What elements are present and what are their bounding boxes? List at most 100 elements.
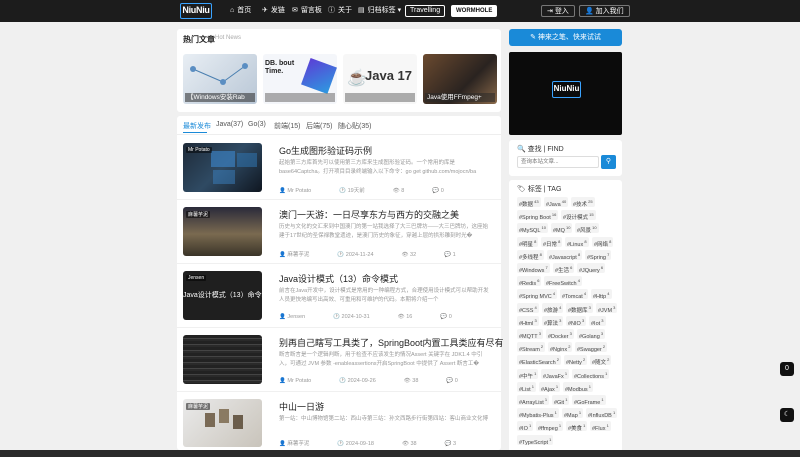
tag-chip[interactable]: #JVM 3	[596, 302, 618, 313]
sidebar-banner[interactable]: NiuNiu	[509, 52, 622, 135]
tag-chip[interactable]: #算法 3	[542, 315, 564, 327]
back-to-top-button[interactable]: 0	[780, 362, 794, 376]
article-item[interactable]: 别再自己瞎写工具类了，SpringBoot内置工具类应有尽有 断言断言是一个逻辑…	[177, 335, 504, 399]
tag-chip[interactable]: #CSS 4	[517, 302, 539, 313]
tag-chip[interactable]: #NIO 3	[566, 315, 587, 327]
article-thumbnail[interactable]: 麻薯芋泥	[183, 399, 262, 447]
moon-icon: ☾	[783, 411, 791, 418]
tag-chip[interactable]: #美食 1	[566, 421, 588, 432]
site-logo[interactable]: NiuNiu	[180, 3, 212, 19]
tag-chip[interactable]: #MySQL 10	[517, 223, 548, 234]
tag-chip[interactable]: #Swagger 2	[575, 342, 608, 353]
theme-toggle-button[interactable]: ☾	[780, 408, 794, 422]
tag-chip[interactable]: #Javascript 8	[547, 249, 583, 261]
tab-backend[interactable]: 后端(75)	[306, 121, 332, 131]
tag-chip[interactable]: #Netty 2	[564, 355, 588, 366]
tag-chip[interactable]: #Golang 3	[577, 329, 606, 340]
tag-chip[interactable]: #随文 2	[590, 355, 612, 366]
article-title[interactable]: Go生成图形验证码示例	[279, 144, 372, 157]
tag-chip[interactable]: #Flux 1	[590, 421, 611, 432]
tab-frontend[interactable]: 前端(15)	[274, 121, 300, 131]
nav-item-post-link[interactable]: ✈ 发链	[262, 0, 285, 22]
tag-chip[interactable]: #明星 8	[517, 236, 539, 247]
tab-go[interactable]: Go(3)	[248, 121, 266, 128]
tag-chip[interactable]: #Ajax 1	[539, 381, 561, 393]
views-count: 👁 8	[392, 188, 405, 194]
tag-chip[interactable]: #技术 25	[571, 197, 595, 208]
tag-chip[interactable]: #IO 1	[517, 421, 534, 432]
article-title[interactable]: 别再自己瞎写工具类了，SpringBoot内置工具类应有尽有	[279, 336, 504, 349]
search-input[interactable]	[517, 156, 599, 168]
tag-chip[interactable]: #Spring MVC 4	[517, 289, 558, 300]
tag-chip[interactable]: #风景 10	[575, 223, 599, 234]
nav-item-home[interactable]: ⌂ 首页	[230, 0, 251, 22]
tag-chip[interactable]: #Java 40	[544, 197, 569, 208]
tag-chip[interactable]: #Spring 7	[585, 249, 612, 261]
tag-chip[interactable]: #网络 8	[592, 236, 614, 247]
tab-java[interactable]: Java(37)	[216, 121, 243, 128]
tag-chip[interactable]: #ElasticSearch 2	[517, 355, 562, 366]
tag-chip[interactable]: #GoFrame 1	[572, 395, 606, 406]
article-title[interactable]: Java设计模式（13）命令模式	[279, 272, 398, 285]
tag-chip[interactable]: #生活 6	[553, 263, 575, 274]
article-item[interactable]: 麻薯芋泥 澳门一天游：一日尽享东方与西方的交融之美 历史与文化的交汇来到中国澳门…	[177, 207, 501, 271]
article-item[interactable]: 麻薯芋泥 中山一日游 第一站：中山博物馆第二站：西山寺第三站：孙文西路步行街第四…	[177, 399, 501, 447]
tag-chip[interactable]: #Http 4	[591, 289, 612, 300]
hot-news-card[interactable]: 【Windows安装Rab	[183, 54, 257, 104]
tag-chip[interactable]: #FreeSwitch 4	[544, 276, 582, 287]
tag-chip[interactable]: #数据 43	[517, 197, 541, 208]
tag-chip[interactable]: #Iot 3	[589, 315, 606, 327]
tag-chip[interactable]: #TypeScript 1	[517, 434, 554, 445]
nav-item-archive[interactable]: ▤ 归档标签 ▾	[358, 0, 401, 22]
tag-chip[interactable]: #设计模式 15	[561, 210, 596, 221]
tag-chip[interactable]: #Html 3	[517, 315, 539, 327]
article-thumbnail[interactable]: Jensen Java设计模式（13）命令模式	[183, 271, 262, 320]
tag-chip[interactable]: #Mybatis-Plus 1	[517, 408, 559, 419]
article-title[interactable]: 澳门一天游：一日尽享东方与西方的交融之美	[279, 208, 459, 221]
tag-chip[interactable]: #Windows 7	[517, 263, 550, 274]
nav-item-guestbook[interactable]: ✉ 留言板	[292, 0, 322, 22]
tag-chip[interactable]: #Redis 6	[517, 276, 542, 287]
tag-chip[interactable]: #MQTT 3	[517, 329, 543, 340]
tag-chip[interactable]: #ArrayList 1	[517, 395, 550, 406]
article-thumbnail[interactable]	[183, 335, 262, 384]
tag-chip[interactable]: #List 1	[517, 381, 536, 393]
tag-chip[interactable]: #Map 1	[562, 408, 584, 419]
tag-chip[interactable]: #日常 8	[541, 236, 563, 247]
tag-chip[interactable]: #Modbus 1	[563, 381, 593, 393]
travelling-badge[interactable]: Travelling	[405, 5, 446, 17]
tag-chip[interactable]: #MQ 10	[551, 223, 573, 234]
tag-chip[interactable]: #中午 1	[517, 368, 539, 379]
tag-chip[interactable]: #JavaFx 1	[541, 368, 570, 379]
tag-chip[interactable]: #Tomcat 4	[560, 289, 589, 300]
tab-notes[interactable]: 随心贴(35)	[338, 121, 371, 131]
tag-chip[interactable]: #Linux 8	[565, 236, 589, 247]
article-title[interactable]: 中山一日游	[279, 400, 324, 413]
wormhole-badge[interactable]: WORMHOLE	[451, 5, 498, 17]
article-thumbnail[interactable]: Mr Potato	[183, 143, 262, 192]
hot-news-card[interactable]: Java使用FFmpeg+	[423, 54, 497, 104]
tag-chip[interactable]: #Stream 2	[517, 342, 546, 353]
article-item[interactable]: Mr Potato Go生成图形验证码示例 起始第三方库首先可以使用第三方库来生…	[177, 143, 501, 207]
tag-chip[interactable]: #Git 1	[552, 395, 570, 406]
tag-chip[interactable]: #ffmpeg 1	[536, 421, 564, 432]
write-article-button[interactable]: ✎ 神来之笔、快来试试	[509, 29, 622, 46]
hot-news-card[interactable]: DB. bout Time.	[263, 54, 337, 104]
tag-chip[interactable]: #InfluxDB 1	[586, 408, 618, 419]
login-button[interactable]: ⇥ 登入	[541, 5, 575, 17]
tag-chip[interactable]: #JQuery 6	[577, 263, 606, 274]
nav-item-about[interactable]: ⓘ 关于	[328, 0, 352, 22]
tag-chip[interactable]: #数据库 3	[566, 302, 593, 313]
tag-chip[interactable]: #多线程 8	[517, 249, 544, 261]
article-thumbnail[interactable]: 麻薯芋泥	[183, 207, 262, 256]
join-button[interactable]: 👤 加入我们	[579, 5, 630, 17]
tag-chip[interactable]: #Spring Boot 16	[517, 210, 559, 221]
hot-news-card[interactable]: ☕ Java 17	[343, 54, 417, 104]
tab-latest[interactable]: 最新发布	[183, 121, 211, 131]
tag-chip[interactable]: #Collections 1	[572, 368, 610, 379]
search-button[interactable]: ⚲	[601, 155, 616, 169]
article-item[interactable]: Jensen Java设计模式（13）命令模式 Java设计模式（13）命令模式…	[177, 271, 501, 335]
tag-chip[interactable]: #旅游 4	[542, 302, 564, 313]
tag-chip[interactable]: #Nginx 2	[548, 342, 573, 353]
tag-chip[interactable]: #Docker 3	[546, 329, 574, 340]
